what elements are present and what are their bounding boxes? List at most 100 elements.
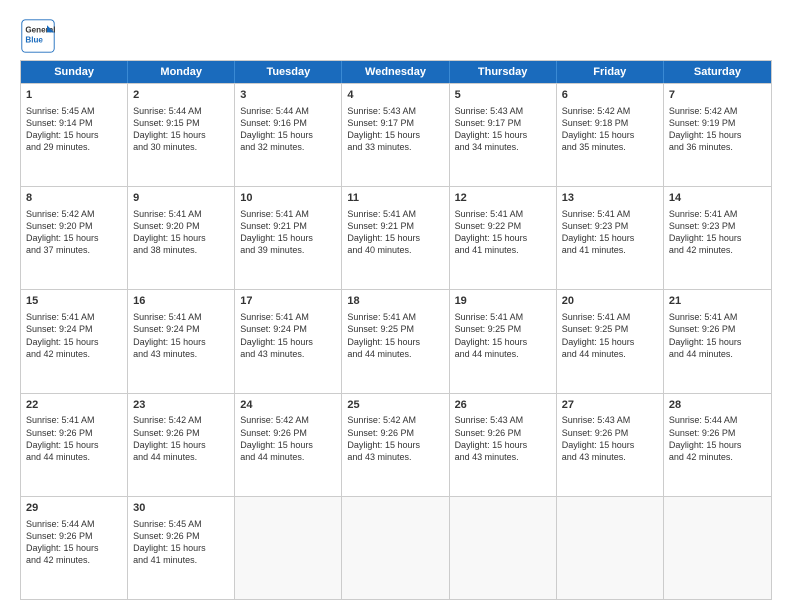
day-info: Sunrise: 5:42 AM Sunset: 9:26 PM Dayligh…: [347, 415, 420, 461]
day-number: 4: [347, 88, 443, 103]
day-info: Sunrise: 5:43 AM Sunset: 9:17 PM Dayligh…: [455, 106, 528, 152]
calendar-cell: [664, 497, 771, 599]
day-number: 16: [133, 294, 229, 309]
day-info: Sunrise: 5:44 AM Sunset: 9:16 PM Dayligh…: [240, 106, 313, 152]
day-number: 8: [26, 191, 122, 206]
calendar-cell: 12 Sunrise: 5:41 AM Sunset: 9:22 PM Dayli…: [450, 187, 557, 289]
calendar-header: SundayMondayTuesdayWednesdayThursdayFrid…: [21, 61, 771, 83]
day-number: 24: [240, 398, 336, 413]
day-info: Sunrise: 5:41 AM Sunset: 9:22 PM Dayligh…: [455, 209, 528, 255]
day-info: Sunrise: 5:41 AM Sunset: 9:25 PM Dayligh…: [455, 312, 528, 358]
calendar-cell: 2 Sunrise: 5:44 AM Sunset: 9:15 PM Daylig…: [128, 84, 235, 186]
day-info: Sunrise: 5:42 AM Sunset: 9:20 PM Dayligh…: [26, 209, 99, 255]
day-info: Sunrise: 5:43 AM Sunset: 9:26 PM Dayligh…: [562, 415, 635, 461]
day-info: Sunrise: 5:41 AM Sunset: 9:26 PM Dayligh…: [669, 312, 742, 358]
calendar-cell: 8 Sunrise: 5:42 AM Sunset: 9:20 PM Daylig…: [21, 187, 128, 289]
day-number: 14: [669, 191, 766, 206]
day-number: 7: [669, 88, 766, 103]
day-info: Sunrise: 5:41 AM Sunset: 9:24 PM Dayligh…: [133, 312, 206, 358]
day-number: 10: [240, 191, 336, 206]
day-number: 21: [669, 294, 766, 309]
header-day-thursday: Thursday: [450, 61, 557, 83]
logo: General Blue: [20, 18, 56, 54]
calendar-cell: 23Sunrise: 5:42 AM Sunset: 9:26 PM Dayli…: [128, 394, 235, 496]
calendar-cell: 5 Sunrise: 5:43 AM Sunset: 9:17 PM Daylig…: [450, 84, 557, 186]
day-info: Sunrise: 5:45 AM Sunset: 9:14 PM Dayligh…: [26, 106, 99, 152]
day-number: 27: [562, 398, 658, 413]
day-number: 13: [562, 191, 658, 206]
svg-text:Blue: Blue: [25, 35, 43, 44]
day-info: Sunrise: 5:41 AM Sunset: 9:21 PM Dayligh…: [240, 209, 313, 255]
calendar-cell: 28Sunrise: 5:44 AM Sunset: 9:26 PM Dayli…: [664, 394, 771, 496]
header-day-friday: Friday: [557, 61, 664, 83]
day-number: 2: [133, 88, 229, 103]
calendar-row-1: 8 Sunrise: 5:42 AM Sunset: 9:20 PM Daylig…: [21, 186, 771, 289]
calendar-cell: 11 Sunrise: 5:41 AM Sunset: 9:21 PM Dayli…: [342, 187, 449, 289]
day-info: Sunrise: 5:42 AM Sunset: 9:18 PM Dayligh…: [562, 106, 635, 152]
calendar: SundayMondayTuesdayWednesdayThursdayFrid…: [20, 60, 772, 600]
day-number: 5: [455, 88, 551, 103]
day-number: 15: [26, 294, 122, 309]
day-info: Sunrise: 5:41 AM Sunset: 9:21 PM Dayligh…: [347, 209, 420, 255]
calendar-cell: 24 Sunrise: 5:42 AM Sunset: 9:26 PM Dayli…: [235, 394, 342, 496]
header-day-monday: Monday: [128, 61, 235, 83]
day-number: 1: [26, 88, 122, 103]
day-number: 20: [562, 294, 658, 309]
day-info: Sunrise: 5:41 AM Sunset: 9:23 PM Dayligh…: [669, 209, 742, 255]
day-info: Sunrise: 5:42 AM Sunset: 9:19 PM Dayligh…: [669, 106, 742, 152]
calendar-cell: 26 Sunrise: 5:43 AM Sunset: 9:26 PM Dayli…: [450, 394, 557, 496]
day-number: 26: [455, 398, 551, 413]
day-number: 19: [455, 294, 551, 309]
day-number: 12: [455, 191, 551, 206]
day-info: Sunrise: 5:41 AM Sunset: 9:23 PM Dayligh…: [562, 209, 635, 255]
day-number: 11: [347, 191, 443, 206]
day-info: Sunrise: 5:44 AM Sunset: 9:15 PM Dayligh…: [133, 106, 206, 152]
day-info: Sunrise: 5:41 AM Sunset: 9:24 PM Dayligh…: [26, 312, 99, 358]
header-day-tuesday: Tuesday: [235, 61, 342, 83]
calendar-cell: 4 Sunrise: 5:43 AM Sunset: 9:17 PM Daylig…: [342, 84, 449, 186]
calendar-cell: 19 Sunrise: 5:41 AM Sunset: 9:25 PM Dayli…: [450, 290, 557, 392]
calendar-cell: 1 Sunrise: 5:45 AM Sunset: 9:14 PM Daylig…: [21, 84, 128, 186]
calendar-row-4: 29Sunrise: 5:44 AM Sunset: 9:26 PM Dayli…: [21, 496, 771, 599]
calendar-cell: 22 Sunrise: 5:41 AM Sunset: 9:26 PM Dayli…: [21, 394, 128, 496]
calendar-cell: 13 Sunrise: 5:41 AM Sunset: 9:23 PM Dayli…: [557, 187, 664, 289]
day-info: Sunrise: 5:41 AM Sunset: 9:26 PM Dayligh…: [26, 415, 99, 461]
calendar-cell: 27 Sunrise: 5:43 AM Sunset: 9:26 PM Dayli…: [557, 394, 664, 496]
calendar-cell: 17Sunrise: 5:41 AM Sunset: 9:24 PM Dayli…: [235, 290, 342, 392]
day-info: Sunrise: 5:42 AM Sunset: 9:26 PM Dayligh…: [133, 415, 206, 461]
day-number: 25: [347, 398, 443, 413]
calendar-cell: [342, 497, 449, 599]
day-info: Sunrise: 5:41 AM Sunset: 9:20 PM Dayligh…: [133, 209, 206, 255]
day-info: Sunrise: 5:41 AM Sunset: 9:24 PM Dayligh…: [240, 312, 313, 358]
calendar-row-0: 1 Sunrise: 5:45 AM Sunset: 9:14 PM Daylig…: [21, 83, 771, 186]
day-number: 9: [133, 191, 229, 206]
calendar-cell: 6 Sunrise: 5:42 AM Sunset: 9:18 PM Daylig…: [557, 84, 664, 186]
calendar-cell: 30 Sunrise: 5:45 AM Sunset: 9:26 PM Dayli…: [128, 497, 235, 599]
calendar-cell: 10 Sunrise: 5:41 AM Sunset: 9:21 PM Dayli…: [235, 187, 342, 289]
day-info: Sunrise: 5:44 AM Sunset: 9:26 PM Dayligh…: [669, 415, 742, 461]
calendar-cell: 20 Sunrise: 5:41 AM Sunset: 9:25 PM Dayli…: [557, 290, 664, 392]
day-number: 3: [240, 88, 336, 103]
calendar-cell: [450, 497, 557, 599]
day-info: Sunrise: 5:41 AM Sunset: 9:25 PM Dayligh…: [347, 312, 420, 358]
calendar-cell: 9 Sunrise: 5:41 AM Sunset: 9:20 PM Daylig…: [128, 187, 235, 289]
day-info: Sunrise: 5:43 AM Sunset: 9:26 PM Dayligh…: [455, 415, 528, 461]
day-number: 18: [347, 294, 443, 309]
day-info: Sunrise: 5:42 AM Sunset: 9:26 PM Dayligh…: [240, 415, 313, 461]
day-number: 6: [562, 88, 658, 103]
calendar-cell: 18 Sunrise: 5:41 AM Sunset: 9:25 PM Dayli…: [342, 290, 449, 392]
calendar-cell: 21 Sunrise: 5:41 AM Sunset: 9:26 PM Dayli…: [664, 290, 771, 392]
calendar-cell: 16 Sunrise: 5:41 AM Sunset: 9:24 PM Dayli…: [128, 290, 235, 392]
calendar-body: 1 Sunrise: 5:45 AM Sunset: 9:14 PM Daylig…: [21, 83, 771, 599]
calendar-cell: 3 Sunrise: 5:44 AM Sunset: 9:16 PM Daylig…: [235, 84, 342, 186]
day-number: 30: [133, 501, 229, 516]
day-info: Sunrise: 5:43 AM Sunset: 9:17 PM Dayligh…: [347, 106, 420, 152]
day-info: Sunrise: 5:45 AM Sunset: 9:26 PM Dayligh…: [133, 519, 206, 565]
calendar-cell: 29Sunrise: 5:44 AM Sunset: 9:26 PM Dayli…: [21, 497, 128, 599]
day-number: 22: [26, 398, 122, 413]
calendar-cell: [235, 497, 342, 599]
calendar-cell: 7 Sunrise: 5:42 AM Sunset: 9:19 PM Daylig…: [664, 84, 771, 186]
day-info: Sunrise: 5:41 AM Sunset: 9:25 PM Dayligh…: [562, 312, 635, 358]
day-number: 29: [26, 501, 122, 516]
calendar-row-2: 15 Sunrise: 5:41 AM Sunset: 9:24 PM Dayli…: [21, 289, 771, 392]
